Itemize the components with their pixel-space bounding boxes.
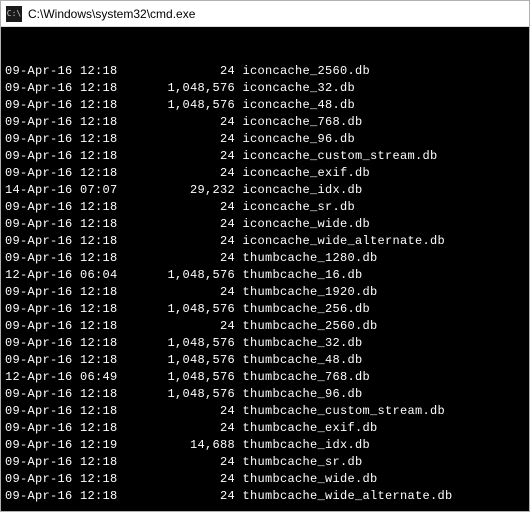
dir-entry: 09-Apr-1612:1824 iconcache_sr.db [5,199,525,216]
dir-listing: 09-Apr-1612:1824 iconcache_2560.db09-Apr… [5,63,525,505]
dir-entry: 09-Apr-1612:1824 thumbcache_2560.db [5,318,525,335]
cmd-icon: C:\ [6,6,22,22]
dir-entry: 09-Apr-1612:181,048,576 thumbcache_32.db [5,335,525,352]
dir-entry: 09-Apr-1612:1824 iconcache_2560.db [5,63,525,80]
dir-entry: 09-Apr-1612:1824 thumbcache_custom_strea… [5,403,525,420]
dir-entry: 09-Apr-1612:181,048,576 iconcache_48.db [5,97,525,114]
dir-entry: 09-Apr-1612:1824 iconcache_custom_stream… [5,148,525,165]
dir-entry: 09-Apr-1612:1824 thumbcache_exif.db [5,420,525,437]
dir-entry: 09-Apr-1612:181,048,576 thumbcache_256.d… [5,301,525,318]
dir-entry: 09-Apr-1612:1824 iconcache_768.db [5,114,525,131]
titlebar[interactable]: C:\ C:\Windows\system32\cmd.exe [1,1,529,27]
dir-entry: 09-Apr-1612:1824 iconcache_wide_alternat… [5,233,525,250]
dir-entry: 14-Apr-1607:0729,232 iconcache_idx.db [5,182,525,199]
dir-entry: 12-Apr-1606:491,048,576 thumbcache_768.d… [5,369,525,386]
dir-entry: 09-Apr-1612:1824 thumbcache_wide_alterna… [5,488,525,505]
dir-entry: 09-Apr-1612:181,048,576 thumbcache_48.db [5,352,525,369]
dir-entry: 09-Apr-1612:181,048,576 thumbcache_96.db [5,386,525,403]
dir-entry: 12-Apr-1606:041,048,576 thumbcache_16.db [5,267,525,284]
window-title: C:\Windows\system32\cmd.exe [28,7,195,21]
terminal-output[interactable]: 09-Apr-1612:1824 iconcache_2560.db09-Apr… [1,27,529,511]
dir-entry: 09-Apr-1612:1824 thumbcache_1920.db [5,284,525,301]
dir-entry: 09-Apr-1612:1824 iconcache_exif.db [5,165,525,182]
dir-entry: 09-Apr-1612:181,048,576 iconcache_32.db [5,80,525,97]
dir-entry: 09-Apr-1612:1824 thumbcache_sr.db [5,454,525,471]
dir-entry: 09-Apr-1612:1824 iconcache_96.db [5,131,525,148]
dir-entry: 09-Apr-1612:1824 iconcache_wide.db [5,216,525,233]
cmd-window: C:\ C:\Windows\system32\cmd.exe 09-Apr-1… [0,0,530,512]
dir-entry: 09-Apr-1612:1824 thumbcache_1280.db [5,250,525,267]
dir-entry: 09-Apr-1612:1824 thumbcache_wide.db [5,471,525,488]
dir-entry: 09-Apr-1612:1914,688 thumbcache_idx.db [5,437,525,454]
